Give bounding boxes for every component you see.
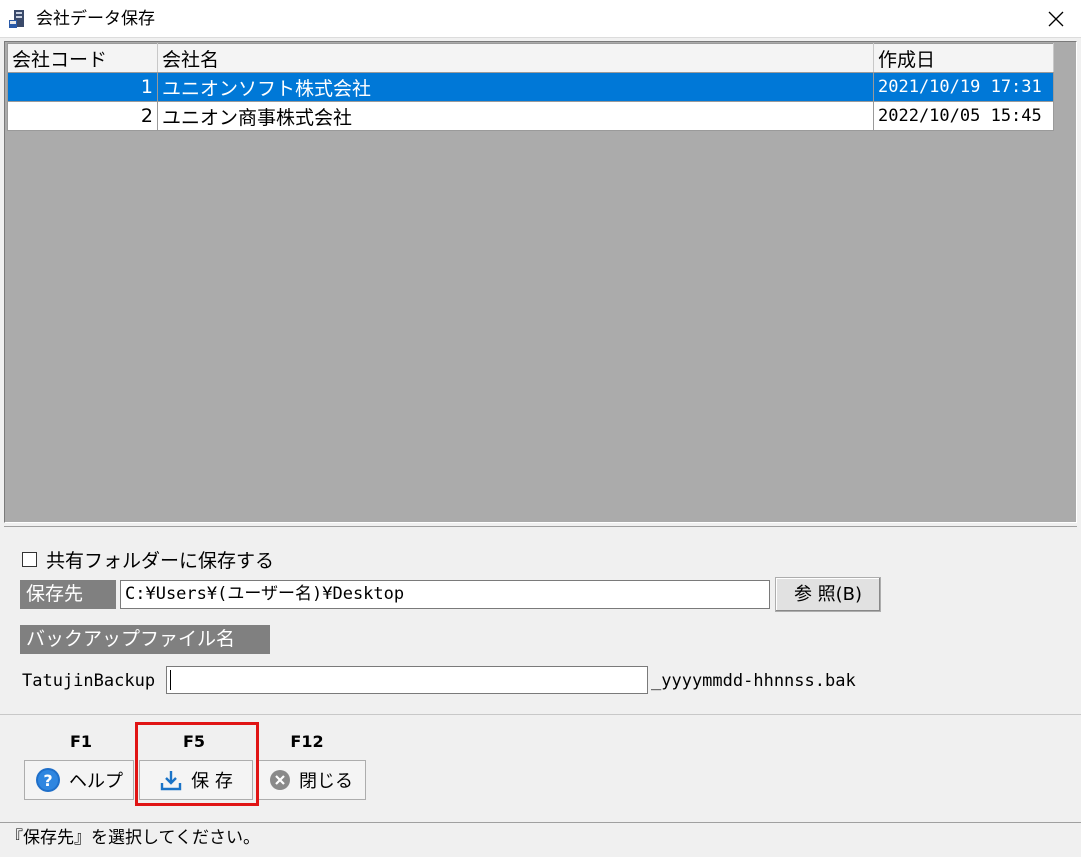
company-grid-panel: 会社コード 会社名 作成日 1 ユニオンソフト株式会社 2021/10/19 1… <box>4 41 1077 523</box>
shared-folder-checkbox[interactable]: 共有フォルダーに保存する <box>22 546 274 573</box>
backup-filename-input[interactable] <box>166 666 648 694</box>
checkbox-box[interactable] <box>22 552 37 567</box>
backup-filename-label: バックアップファイル名 <box>20 625 270 654</box>
text-caret <box>170 670 171 690</box>
f12-key-label: F12 <box>290 732 324 751</box>
header-company-name[interactable]: 会社名 <box>157 43 874 73</box>
cell-company-name: ユニオンソフト株式会社 <box>157 72 874 102</box>
status-message: 『保存先』を選択してください。 <box>6 828 260 848</box>
header-created-date[interactable]: 作成日 <box>873 43 1054 73</box>
table-row[interactable]: 2 ユニオン商事株式会社 2022/10/05 15:45 <box>7 101 1054 131</box>
cell-company-code: 2 <box>7 101 158 131</box>
f1-key-label: F1 <box>69 732 93 751</box>
backup-suffix-text: _yyyymmdd-hhnnss.bak <box>651 671 856 691</box>
svg-text:?: ? <box>43 771 52 790</box>
help-button[interactable]: ? ヘルプ <box>24 760 134 800</box>
cell-company-name: ユニオン商事株式会社 <box>157 101 874 131</box>
help-icon: ? <box>35 767 61 793</box>
close-circle-icon <box>269 769 291 791</box>
browse-button[interactable]: 参 照(B) <box>775 577 881 612</box>
help-button-label: ヘルプ <box>69 771 123 792</box>
cell-created-date: 2021/10/19 17:31 <box>873 72 1054 102</box>
company-grid[interactable]: 会社コード 会社名 作成日 1 ユニオンソフト株式会社 2021/10/19 1… <box>7 43 1054 131</box>
cell-created-date: 2022/10/05 15:45 <box>873 101 1054 131</box>
grid-header-row: 会社コード 会社名 作成日 <box>7 43 1054 73</box>
window-title: 会社データ保存 <box>36 9 155 29</box>
close-window-button[interactable] <box>1036 0 1076 38</box>
app-icon <box>8 9 28 29</box>
close-button[interactable]: 閉じる <box>256 760 366 800</box>
highlight-box <box>135 722 259 806</box>
destination-path-field[interactable]: C:¥Users¥(ユーザー名)¥Desktop <box>120 580 770 609</box>
close-button-label: 閉じる <box>299 771 353 792</box>
cell-company-code: 1 <box>7 72 158 102</box>
close-icon <box>1048 11 1064 27</box>
destination-label: 保存先 <box>20 580 116 609</box>
shared-folder-label: 共有フォルダーに保存する <box>46 550 275 572</box>
table-row[interactable]: 1 ユニオンソフト株式会社 2021/10/19 17:31 <box>7 72 1054 102</box>
header-company-code[interactable]: 会社コード <box>7 43 158 73</box>
backup-prefix-text: TatujinBackup <box>22 671 156 691</box>
title-bar <box>0 0 1081 38</box>
